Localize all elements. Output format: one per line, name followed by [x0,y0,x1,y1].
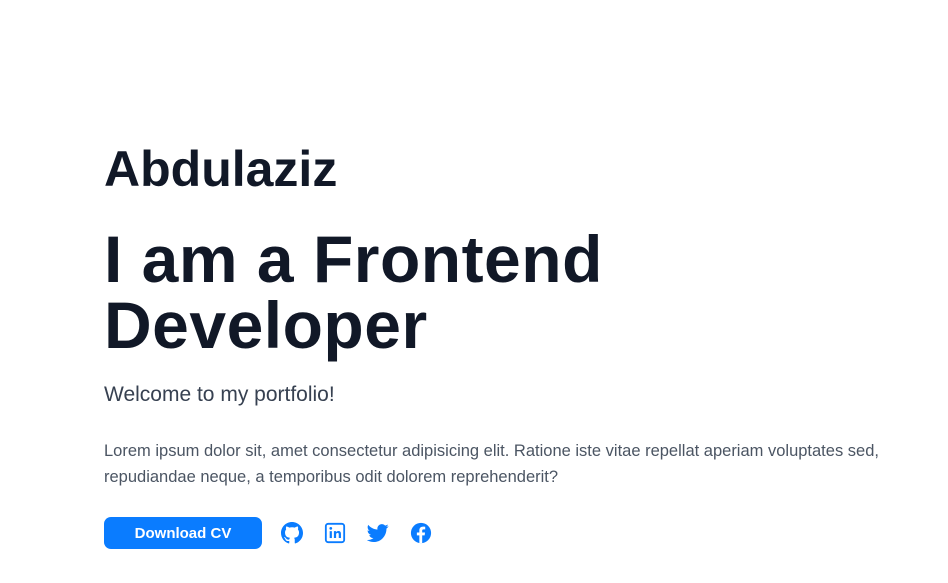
download-cv-button[interactable]: Download CV [104,517,262,549]
page-headline: I am a Frontend Developer [104,222,603,362]
linkedin-link[interactable] [324,522,346,544]
welcome-text: Welcome to my portfolio! [104,383,335,406]
github-link[interactable] [281,522,303,544]
facebook-link[interactable] [410,522,432,544]
owner-name: Abdulaziz [104,141,338,197]
facebook-icon [410,522,432,544]
hero-actions: Download CV [104,517,453,549]
github-icon [281,522,303,544]
twitter-icon [367,524,389,542]
social-links [281,522,453,544]
twitter-link[interactable] [367,522,389,544]
linkedin-icon [324,522,346,544]
intro-paragraph: Lorem ipsum dolor sit, amet consectetur … [104,442,879,486]
